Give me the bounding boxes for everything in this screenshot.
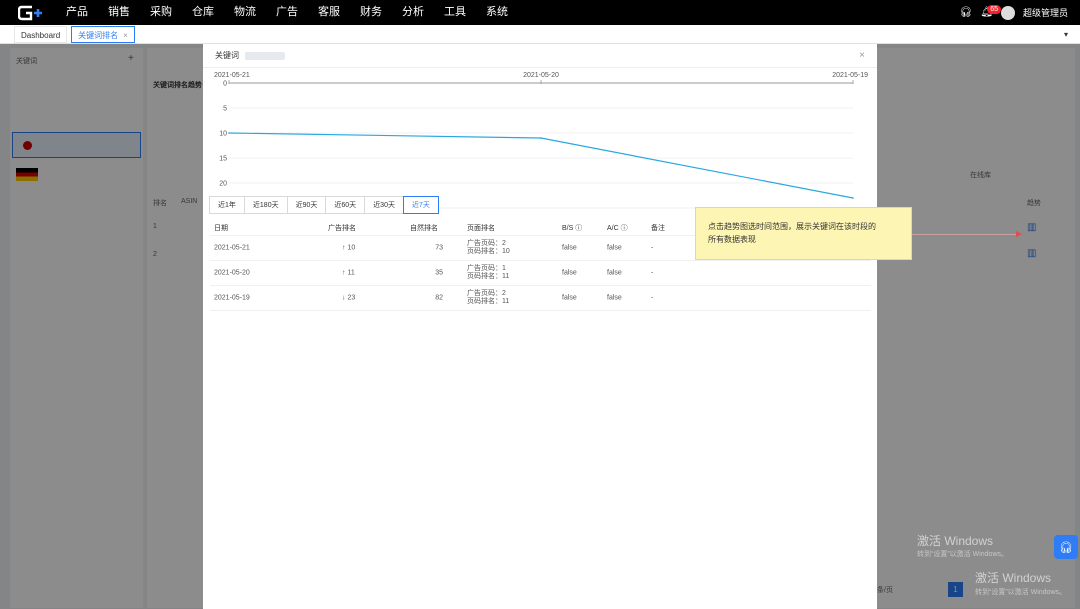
cell-natural-rank: 73 — [435, 244, 443, 252]
nav-item[interactable]: 产品 — [56, 0, 98, 25]
series-line — [228, 132, 854, 199]
page-ad-text: 广告页码：2 — [467, 290, 506, 297]
activation-watermark-sub: 转到“设置”以激活 Windows。 — [917, 551, 1009, 558]
page-natural-text: 页码排名：11 — [467, 298, 510, 305]
y-tick-label: 0 — [223, 81, 227, 88]
range-button[interactable]: 近30天 — [364, 196, 404, 214]
keyword-detail-modal: 关键词 × 05101520252021-05-212021-05-202021… — [203, 44, 877, 609]
cell-note: - — [651, 294, 654, 302]
range-selector: 近1年 近180天 近90天 近60天 近30天 近7天 — [209, 196, 439, 214]
nav-item[interactable]: 财务 — [350, 0, 392, 25]
cell-ac: false — [607, 269, 622, 277]
tooltip-arrow — [912, 234, 1020, 235]
x-tick-label: 2021-05-20 — [523, 72, 559, 79]
redacted-keyword — [245, 51, 285, 60]
bell-icon[interactable]: 🔔︎ 65 — [980, 5, 1002, 18]
cell-date: 2021-05-20 — [214, 269, 250, 277]
tab-bar: Dashboard 关键词排名 × ▾ — [0, 25, 1080, 44]
page-natural-text: 页码排名：10 — [467, 248, 510, 255]
header-natural-rank: 自然排名 — [410, 224, 438, 232]
page-natural-text: 页码排名：11 — [467, 273, 510, 280]
activation-watermark: 激活 Windows — [975, 571, 1052, 585]
cell-ad-rank: ↑ 11 — [342, 269, 355, 277]
range-button[interactable]: 近60天 — [325, 196, 366, 214]
header-bs: B/S ⓘ — [562, 224, 583, 232]
cell-bs: false — [562, 244, 577, 252]
cell-ac: false — [607, 244, 622, 252]
nav-item[interactable]: 物流 — [224, 0, 266, 25]
cell-natural-rank: 35 — [435, 269, 443, 277]
notification-badge: 65 — [987, 5, 1002, 14]
range-button[interactable]: 近90天 — [286, 196, 327, 214]
avatar[interactable] — [1000, 5, 1015, 20]
y-tick-label: 15 — [219, 156, 227, 163]
table-row: 2021-05-20 ↑ 11 35 广告页码：1 页码排名：11 false false - — [210, 261, 871, 286]
nav-item[interactable]: 系统 — [476, 0, 518, 25]
header-date: 日期 — [214, 224, 228, 232]
chevron-down-icon[interactable]: ▾ — [1064, 30, 1068, 39]
nav-item[interactable]: 销售 — [98, 0, 140, 25]
y-tick-label: 5 — [223, 106, 227, 113]
table-row: 2021-05-19 ↓ 23 82 广告页码：2 页码排名：11 false false - — [210, 286, 871, 311]
top-navbar: 产品 销售 采购 仓库 物流 广告 客服 财务 分析 工具 系统 🎧︎ 🔔︎ 65 超级管理员 — [0, 0, 1080, 25]
tooltip-line: 点击趋势图选时间范围，展示关键词在该时段的 — [708, 222, 876, 231]
page-ad-text: 广告页码：1 — [467, 265, 506, 272]
tab-dashboard[interactable]: Dashboard — [14, 25, 68, 43]
header-page-rank: 页面排名 — [467, 224, 495, 232]
arrowhead-icon — [1016, 231, 1022, 237]
nav-item[interactable]: 分析 — [392, 0, 434, 25]
activation-watermark-sub: 转到“设置”以激活 Windows。 — [975, 589, 1067, 596]
range-button[interactable]: 近7天 — [402, 196, 439, 214]
cell-date: 2021-05-21 — [214, 244, 250, 252]
cell-page-rank: 广告页码：1 页码排名：11 — [467, 265, 509, 281]
cell-page-rank: 广告页码：2 页码排名：10 — [467, 240, 510, 256]
cell-ac: false — [607, 294, 622, 302]
support-headset-icon[interactable]: 🎧︎ — [1054, 535, 1078, 559]
y-tick-label: 10 — [219, 131, 227, 138]
modal-title: 关键词 — [215, 51, 239, 60]
cell-natural-rank: 82 — [435, 294, 443, 302]
cell-note: - — [651, 244, 654, 252]
cell-bs: false — [562, 294, 577, 302]
header-ac: A/C ⓘ — [607, 224, 628, 232]
nav-item[interactable]: 仓库 — [182, 0, 224, 25]
close-icon[interactable]: × — [859, 50, 865, 61]
cell-bs: false — [562, 269, 577, 277]
tab-keyword-rank[interactable]: 关键词排名 × — [71, 25, 135, 43]
tab-label: 关键词排名 — [78, 30, 119, 40]
range-button[interactable]: 近1年 — [209, 196, 245, 214]
instruction-tooltip: 点击趋势图选时间范围，展示关键词在该时段的 所有数据表现 — [695, 207, 912, 260]
tab-label: Dashboard — [21, 30, 61, 40]
nav-item[interactable]: 客服 — [308, 0, 350, 25]
cell-date: 2021-05-19 — [214, 294, 250, 302]
page-ad-text: 广告页码：2 — [467, 240, 506, 247]
x-tick-label: 2021-05-19 — [832, 72, 868, 79]
data-point[interactable] — [540, 137, 542, 139]
tooltip-line: 所有数据表现 — [708, 235, 756, 244]
modal-header: 关键词 — [203, 44, 877, 68]
range-button[interactable]: 近180天 — [243, 196, 288, 214]
app-logo[interactable] — [14, 0, 52, 25]
close-icon[interactable]: × — [123, 31, 128, 40]
nav-item[interactable]: 采购 — [140, 0, 182, 25]
user-name[interactable]: 超级管理员 — [1023, 6, 1068, 19]
nav-item[interactable]: 工具 — [434, 0, 476, 25]
data-point[interactable] — [228, 132, 230, 134]
y-tick-label: 20 — [219, 181, 227, 188]
header-ad-rank: 广告排名 — [328, 224, 356, 232]
cell-note: - — [651, 269, 654, 277]
activation-watermark: 激活 Windows — [917, 534, 994, 548]
x-tick-label: 2021-05-21 — [214, 72, 250, 79]
nav-item[interactable]: 广告 — [266, 0, 308, 25]
cell-ad-rank: ↓ 23 — [342, 294, 356, 302]
data-point[interactable] — [852, 197, 854, 199]
headset-icon[interactable]: 🎧︎ — [960, 7, 973, 18]
cell-page-rank: 广告页码：2 页码排名：11 — [467, 290, 509, 306]
header-note: 备注 — [651, 224, 665, 232]
cell-ad-rank: ↑ 10 — [342, 244, 356, 252]
